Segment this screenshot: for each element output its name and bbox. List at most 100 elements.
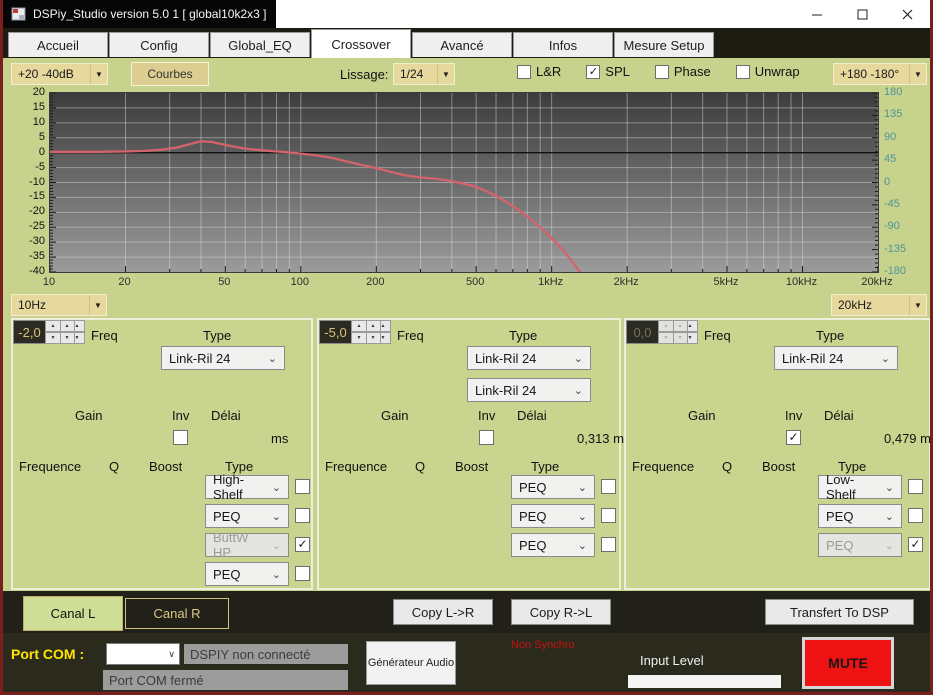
chevron-down-icon: ⌄	[272, 510, 281, 523]
xover-type-select[interactable]: Link-Ril 24⌄	[774, 346, 898, 370]
peq-bypass-checkbox[interactable]	[601, 537, 616, 552]
spin-up-icon[interactable]: ▲	[45, 320, 61, 332]
tab-infos[interactable]: Infos	[513, 32, 613, 57]
peq-type-select[interactable]: High-Shelf⌄	[205, 475, 289, 499]
checkbox-box[interactable]	[736, 65, 750, 79]
checkbox-box[interactable]	[655, 65, 669, 79]
peq-bypass-checkbox[interactable]: ✓	[295, 537, 310, 552]
peq-bypass-checkbox[interactable]	[908, 479, 923, 494]
checkbox-box[interactable]: ✓	[586, 65, 600, 79]
spin-up-icon[interactable]: ▲	[351, 320, 367, 332]
chevron-down-icon: ⌄	[881, 352, 890, 365]
tab-global-eq[interactable]: Global_EQ	[210, 32, 310, 57]
inv-checkbox[interactable]	[479, 430, 494, 445]
copy-lr-button[interactable]: Copy L->R	[393, 599, 493, 625]
spin-down-icon[interactable]: ▼	[59, 332, 75, 344]
tab-accueil[interactable]: Accueil	[8, 32, 108, 57]
delai-ms-label: 0,479 ms	[884, 431, 933, 446]
transfert-to-dsp-button[interactable]: Transfert To DSP	[765, 599, 914, 625]
peq-boost-spinner-value[interactable]: -5,0	[319, 320, 351, 344]
peq-bypass-checkbox[interactable]: ✓	[908, 537, 923, 552]
peq-type-select[interactable]: PEQ⌄	[511, 504, 595, 528]
courbes-button[interactable]: Courbes	[131, 62, 209, 86]
freq-high-value: 20kHz	[832, 298, 909, 312]
canal-l-tab[interactable]: Canal L	[23, 596, 123, 631]
main-body: +20 -40dB ▼ Courbes Lissage: 1/24 ▼ L&R✓…	[3, 58, 930, 591]
type-label: Type	[816, 328, 844, 343]
db-range-value: +20 -40dB	[12, 67, 90, 81]
xover-type-select[interactable]: Link-Ril 24⌄	[467, 378, 591, 402]
peq-type-select[interactable]: PEQ⌄	[818, 533, 902, 557]
mute-button[interactable]: MUTE	[802, 637, 894, 689]
peq-bypass-checkbox[interactable]	[295, 566, 310, 581]
spin-up-icon[interactable]: ▲	[658, 320, 674, 332]
inv-checkbox[interactable]: ✓	[786, 430, 801, 445]
checkbox-phase[interactable]: Phase	[655, 64, 711, 79]
gain-label: Gain	[688, 408, 715, 423]
spin-up-icon[interactable]: ▲	[672, 320, 688, 332]
peq-type-select[interactable]: PEQ⌄	[511, 475, 595, 499]
gain-label: Gain	[381, 408, 408, 423]
freq-high-select[interactable]: 20kHz ▼	[831, 294, 927, 316]
inv-checkbox[interactable]	[173, 430, 188, 445]
xover-type-select[interactable]: Link-Ril 24⌄	[161, 346, 285, 370]
lissage-select[interactable]: 1/24 ▼	[393, 63, 455, 85]
tab-config[interactable]: Config	[109, 32, 209, 57]
mid-panel: MidFreqType500▲▼Link-Ril 24⌄2500▲▼Link-R…	[317, 318, 621, 590]
y-axis-db-label: 15	[3, 101, 45, 113]
spin-down-icon[interactable]: ▼	[45, 332, 61, 344]
minimize-icon[interactable]	[795, 0, 840, 28]
peq-bypass-checkbox[interactable]	[295, 479, 310, 494]
copy-rl-button[interactable]: Copy R->L	[511, 599, 611, 625]
peq-boost-spinner: -5,0▲▼	[319, 320, 367, 344]
peq-type-select[interactable]: ButtW HP⌄	[205, 533, 289, 557]
peq-type-select[interactable]: PEQ⌄	[511, 533, 595, 557]
input-level-meter	[628, 675, 781, 688]
peq-header: Q	[722, 459, 732, 474]
peq-boost-spinner: 0,0▲▼	[626, 320, 674, 344]
spin-up-icon[interactable]: ▲	[59, 320, 75, 332]
generateur-audio-button[interactable]: Générateur Audio	[366, 641, 456, 685]
peq-boost-spinner-value[interactable]: 0,0	[626, 320, 658, 344]
xover-type-select-value: Link-Ril 24	[475, 351, 536, 366]
maximize-icon[interactable]	[840, 0, 885, 28]
freq-low-select[interactable]: 10Hz ▼	[11, 294, 107, 316]
peq-bypass-checkbox[interactable]	[908, 508, 923, 523]
peq-header: Frequence	[325, 459, 387, 474]
peq-bypass-checkbox[interactable]	[295, 508, 310, 523]
checkbox-unwrap[interactable]: Unwrap	[736, 64, 800, 79]
peq-bypass-checkbox[interactable]	[601, 508, 616, 523]
phase-range-select[interactable]: +180 -180° ▼	[833, 63, 927, 85]
peq-header: Frequence	[19, 459, 81, 474]
peq-bypass-checkbox[interactable]	[601, 479, 616, 494]
peq-header: Type	[531, 459, 559, 474]
chevron-down-icon: ⌄	[272, 568, 281, 581]
checkbox-spl[interactable]: ✓SPL	[586, 64, 630, 79]
tab-crossover[interactable]: Crossover	[311, 29, 411, 58]
chevron-down-icon: ▼	[90, 64, 107, 84]
peq-type-select[interactable]: PEQ⌄	[818, 504, 902, 528]
port-com-select[interactable]: ∨	[106, 643, 180, 665]
spin-up-icon[interactable]: ▲	[365, 320, 381, 332]
spin-down-icon[interactable]: ▼	[658, 332, 674, 344]
tab-mesure-setup[interactable]: Mesure Setup	[614, 32, 714, 57]
checkbox-l-r[interactable]: L&R	[517, 64, 561, 79]
spin-down-icon[interactable]: ▼	[351, 332, 367, 344]
peq-type-select[interactable]: Low-Shelf⌄	[818, 475, 902, 499]
checkbox-label: Phase	[674, 64, 711, 79]
db-range-select[interactable]: +20 -40dB ▼	[11, 63, 108, 85]
peq-type-select[interactable]: PEQ⌄	[205, 504, 289, 528]
peq-boost-spinner-value[interactable]: -2,0	[13, 320, 45, 344]
chevron-down-icon: ⌄	[272, 539, 281, 552]
xover-type-select[interactable]: Link-Ril 24⌄	[467, 346, 591, 370]
spin-down-icon[interactable]: ▼	[365, 332, 381, 344]
tab-avanc-[interactable]: Avancé	[412, 32, 512, 57]
dspiy-status: DSPIY non connecté	[184, 644, 348, 664]
checkbox-box[interactable]	[517, 65, 531, 79]
y-axis-db-label: -5	[3, 161, 45, 173]
close-icon[interactable]	[885, 0, 930, 28]
peq-type-select[interactable]: PEQ⌄	[205, 562, 289, 586]
spin-down-icon[interactable]: ▼	[672, 332, 688, 344]
canal-r-tab[interactable]: Canal R	[125, 598, 229, 629]
x-axis-label: 50	[218, 276, 230, 288]
